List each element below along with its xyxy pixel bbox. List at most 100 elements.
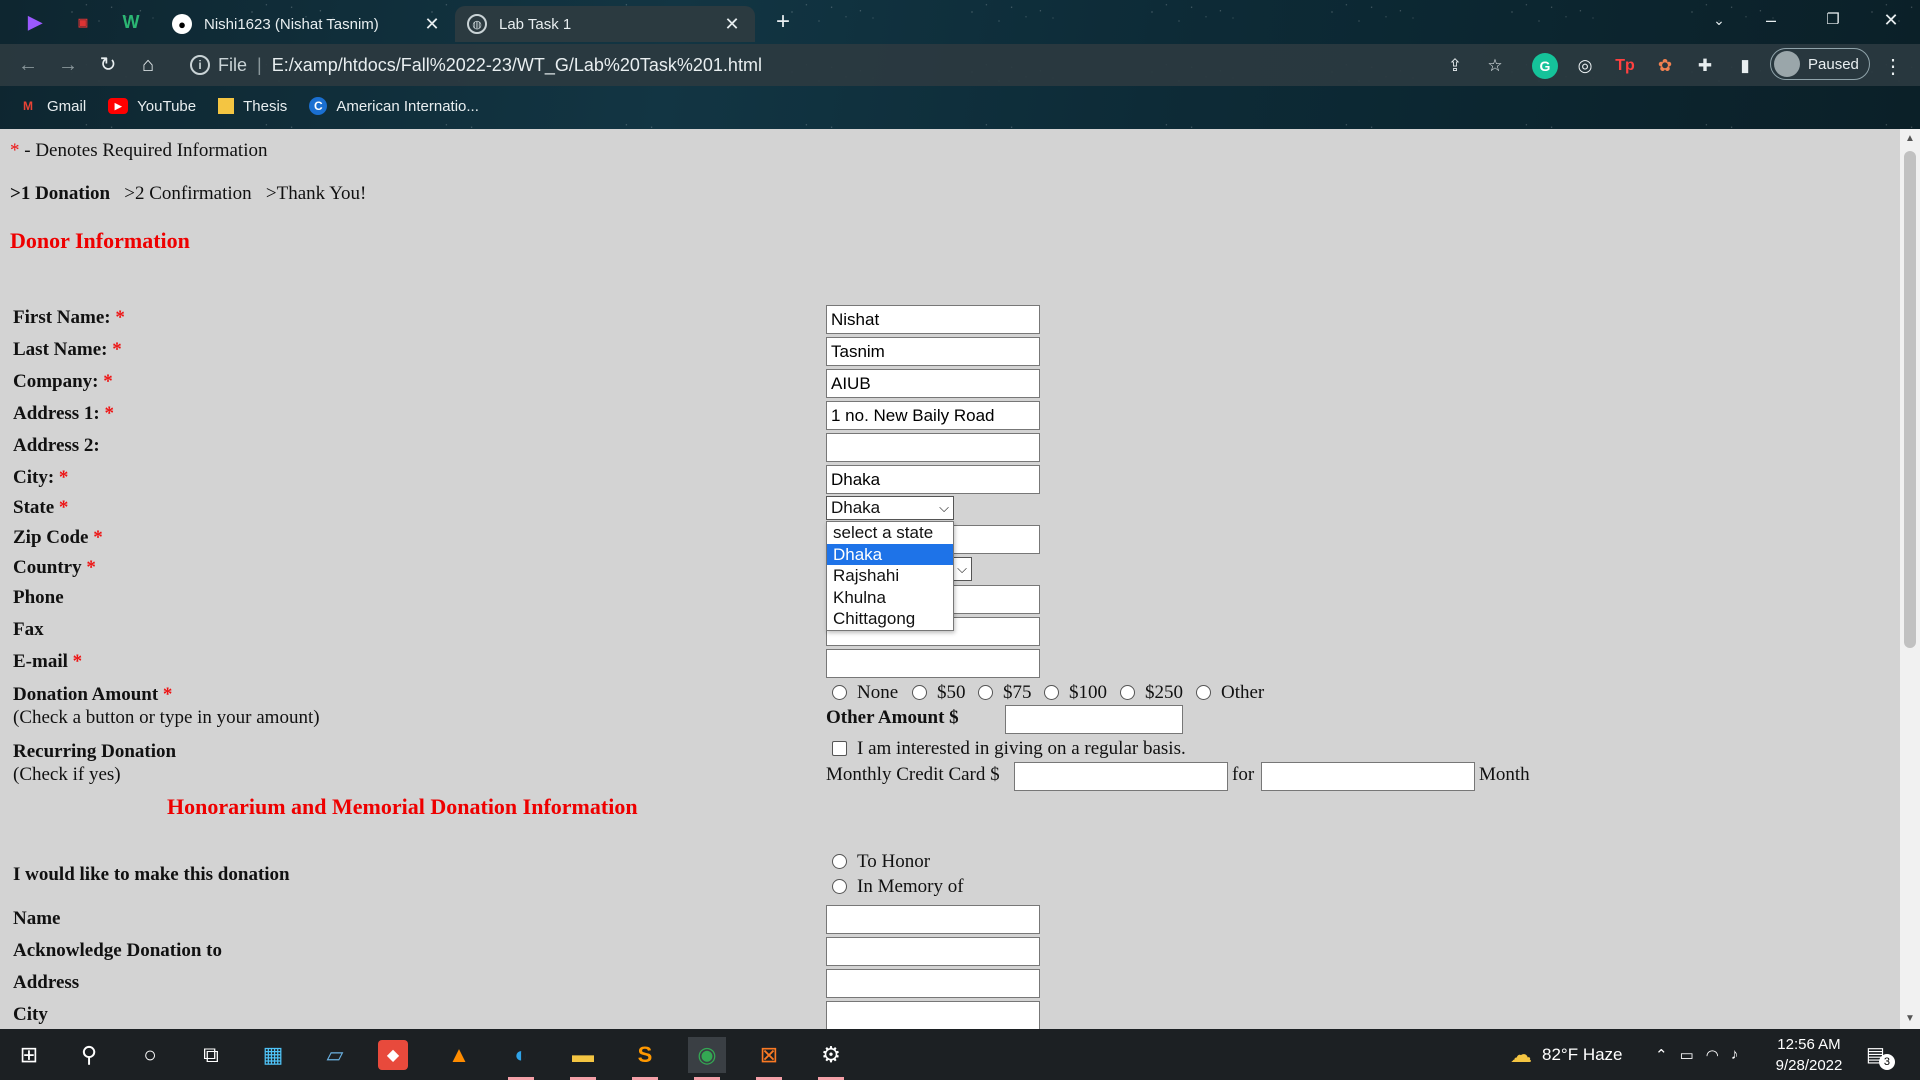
step-2: >2 Confirmation xyxy=(124,183,252,204)
email-input[interactable] xyxy=(826,649,1040,678)
amount-radio-75[interactable] xyxy=(978,685,993,700)
months-input[interactable] xyxy=(1261,762,1475,791)
address-bar[interactable]: i File | E:/xamp/htdocs/Fall%2022-23/WT_… xyxy=(178,49,1478,81)
address-scheme: File xyxy=(218,54,248,75)
tab-strip: ▶ ▣ W ● Nishi1623 (Nishat Tasnim) ✕ ◍ La… xyxy=(0,0,1920,42)
restore-button[interactable]: ❐ xyxy=(1810,4,1856,36)
grammarly-icon[interactable]: G xyxy=(1532,53,1558,79)
menu-kebab-icon[interactable]: ⋮ xyxy=(1880,53,1906,79)
vlc-icon[interactable]: ▲ xyxy=(440,1037,478,1073)
back-icon[interactable]: ← xyxy=(12,50,44,80)
amount-radio-50[interactable] xyxy=(912,685,927,700)
amount-radio-other[interactable] xyxy=(1196,685,1211,700)
page-scrollbar[interactable]: ▲ ▼ xyxy=(1900,129,1920,1029)
amount-radio-100[interactable] xyxy=(1044,685,1059,700)
tab-github[interactable]: ● Nishi1623 (Nishat Tasnim) ✕ xyxy=(160,6,455,42)
state-option[interactable]: Rajshahi xyxy=(827,565,953,587)
other-amount-input[interactable] xyxy=(1005,705,1183,734)
close-window-button[interactable]: ✕ xyxy=(1868,4,1914,36)
recurring-text: I am interested in giving on a regular b… xyxy=(857,738,1186,759)
amount-radio-250[interactable] xyxy=(1120,685,1135,700)
acknowledge-label: Acknowledge Donation to xyxy=(13,940,223,961)
cookie-icon[interactable]: ✿ xyxy=(1652,53,1678,79)
close-tab-icon[interactable]: ✕ xyxy=(421,14,443,35)
forward-icon[interactable]: → xyxy=(52,50,84,80)
bookmark-aiub[interactable]: C American Internatio... xyxy=(309,97,479,115)
pinned-tab-video-icon[interactable]: ▶ xyxy=(18,8,52,36)
pinned-tab-w-icon[interactable]: W xyxy=(114,8,148,36)
state-select[interactable]: Dhaka ⌵ xyxy=(826,496,954,520)
scroll-up-icon[interactable]: ▲ xyxy=(1900,133,1920,144)
amount-option-label: $250 xyxy=(1145,682,1183,703)
clock[interactable]: 12:56 AM 9/28/2022 xyxy=(1776,1029,1843,1080)
scroll-thumb[interactable] xyxy=(1904,151,1916,648)
amount-option-label: $100 xyxy=(1069,682,1107,703)
task-view-icon[interactable]: ⧉ xyxy=(192,1037,230,1073)
extensions-puzzle-icon[interactable]: ✚ xyxy=(1692,53,1718,79)
aiub-icon: C xyxy=(309,97,328,115)
sublime-text-icon[interactable]: S xyxy=(626,1037,664,1080)
share-icon[interactable]: ⇪ xyxy=(1442,53,1468,79)
file-explorer-icon[interactable]: ▬ xyxy=(564,1037,602,1080)
edge-icon[interactable]: ◐ xyxy=(502,1037,540,1080)
show-hidden-icons-icon[interactable]: ⌃ xyxy=(1655,1046,1668,1064)
tp-extension-icon[interactable]: Tp xyxy=(1612,53,1638,79)
battery-icon[interactable]: ▭ xyxy=(1680,1046,1694,1064)
xampp-icon[interactable]: ⊠ xyxy=(750,1037,788,1080)
honor-name-input[interactable] xyxy=(826,905,1040,934)
virtualbox-icon[interactable]: ▱ xyxy=(316,1037,354,1073)
wifi-icon[interactable]: ◠ xyxy=(1706,1046,1719,1064)
profile-button[interactable]: Paused xyxy=(1770,48,1870,80)
honor-address-input[interactable] xyxy=(826,969,1040,998)
home-icon[interactable]: ⌂ xyxy=(132,50,164,80)
anydesk-icon[interactable]: ◆ xyxy=(378,1040,408,1070)
scroll-down-icon[interactable]: ▼ xyxy=(1900,1013,1920,1024)
state-option-selected[interactable]: Dhaka xyxy=(827,543,953,565)
state-option[interactable]: Khulna xyxy=(827,587,953,609)
windows-start-icon[interactable]: ⊞ xyxy=(10,1037,48,1073)
monthly-amount-input[interactable] xyxy=(1014,762,1228,791)
store-icon[interactable]: ▦ xyxy=(254,1037,292,1073)
info-icon[interactable]: i xyxy=(190,55,210,75)
city-input[interactable] xyxy=(826,465,1040,494)
recurring-checkbox[interactable] xyxy=(832,741,847,756)
first-name-input[interactable] xyxy=(826,305,1040,334)
bookmark-gmail[interactable]: M Gmail xyxy=(18,98,86,115)
search-icon[interactable]: ⚲ xyxy=(70,1037,108,1073)
notification-center[interactable]: ▤ 3 xyxy=(1866,1029,1895,1080)
translate-globe-icon[interactable]: ◎ xyxy=(1572,53,1598,79)
last-name-input[interactable] xyxy=(826,337,1040,366)
close-tab-icon[interactable]: ✕ xyxy=(721,14,743,35)
honor-city-input[interactable] xyxy=(826,1001,1040,1029)
chevron-down-icon: ⌵ xyxy=(939,500,949,515)
notification-count: 3 xyxy=(1878,1053,1895,1070)
volume-icon[interactable]: ♪ xyxy=(1731,1046,1739,1063)
side-panel-icon[interactable]: ▮ xyxy=(1732,53,1758,79)
address2-input[interactable] xyxy=(826,433,1040,462)
step-3: >Thank You! xyxy=(265,183,367,204)
minimize-button[interactable]: – xyxy=(1748,4,1794,36)
weather-widget[interactable]: ☁ 82°F Haze xyxy=(1510,1029,1623,1080)
tab-search-icon[interactable]: ⌄ xyxy=(1696,4,1742,36)
bookmark-youtube[interactable]: ▶ YouTube xyxy=(108,98,196,115)
chrome-icon[interactable]: ◉ xyxy=(688,1037,726,1080)
in-memory-radio[interactable] xyxy=(832,879,847,894)
address-separator: | xyxy=(257,54,262,75)
state-option[interactable]: Chittagong xyxy=(827,608,953,630)
honorarium-heading: Honorarium and Memorial Donation Informa… xyxy=(167,794,638,819)
company-input[interactable] xyxy=(826,369,1040,398)
gmail-icon: M xyxy=(23,99,33,113)
cortana-icon[interactable]: ○ xyxy=(131,1037,169,1073)
bookmark-star-icon[interactable]: ☆ xyxy=(1482,53,1508,79)
to-honor-radio[interactable] xyxy=(832,854,847,869)
address1-input[interactable] xyxy=(826,401,1040,430)
amount-radio-none[interactable] xyxy=(832,685,847,700)
bookmark-thesis[interactable]: Thesis xyxy=(218,98,287,115)
acknowledge-input[interactable] xyxy=(826,937,1040,966)
pinned-tab-app-icon[interactable]: ▣ xyxy=(66,8,100,36)
settings-gear-icon[interactable]: ⚙ xyxy=(812,1037,850,1080)
new-tab-button[interactable]: + xyxy=(768,8,798,36)
reload-icon[interactable]: ↻ xyxy=(92,50,124,80)
tab-lab-task[interactable]: ◍ Lab Task 1 ✕ xyxy=(455,6,755,42)
state-option[interactable]: select a state xyxy=(827,522,953,544)
